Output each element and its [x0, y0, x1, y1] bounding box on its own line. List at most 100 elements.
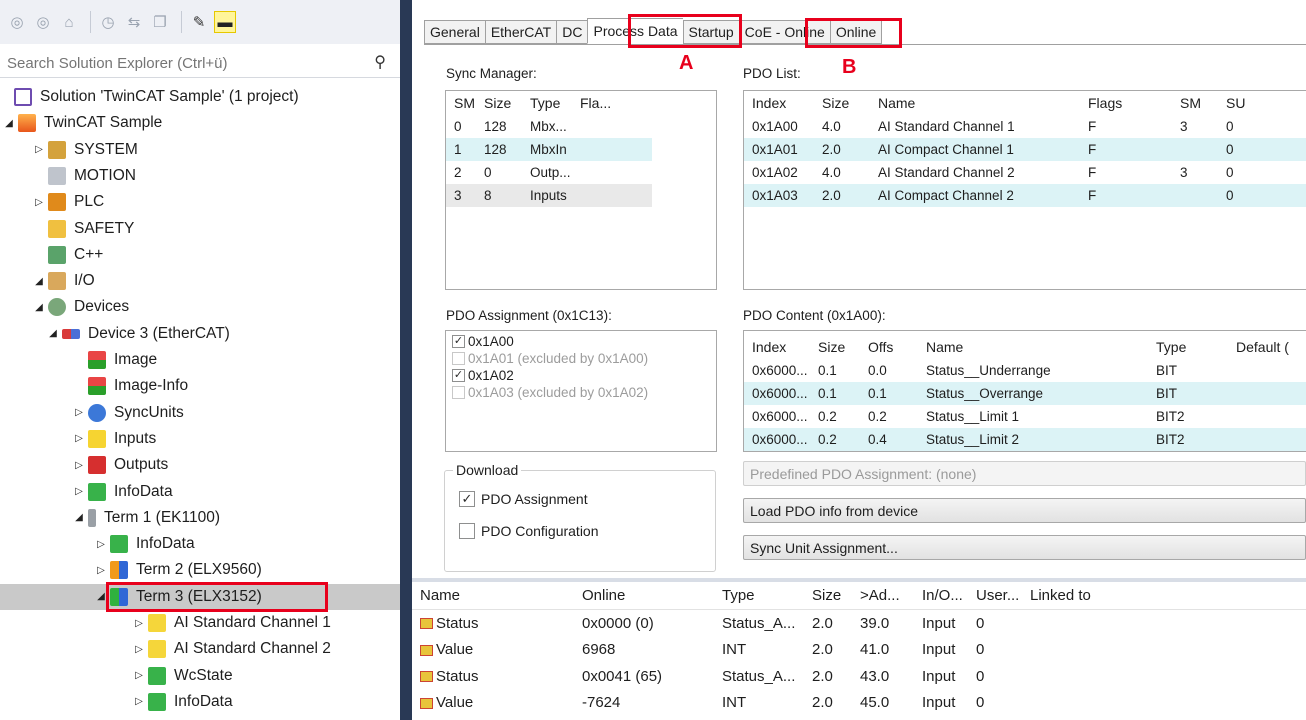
pdo-assignment-item[interactable]: ✓ 0x1A02	[446, 367, 716, 384]
collapsed-arrow-icon[interactable]: ▷	[30, 144, 48, 155]
tree-item[interactable]: MOTION	[0, 163, 400, 189]
var-col-user[interactable]: User...	[972, 587, 1024, 604]
variable-row[interactable]: Value -7624 INT 2.0 45.0 Input 0	[412, 690, 1306, 717]
content-col-default[interactable]: Default (	[1230, 339, 1300, 355]
tab-general[interactable]: General	[424, 20, 485, 44]
tree-item[interactable]: ▷ WcState	[0, 663, 400, 689]
sm-col-size[interactable]: Size	[476, 95, 518, 111]
sync-manager-row[interactable]: 3 8 Inputs	[446, 184, 652, 207]
collapsed-arrow-icon[interactable]: ▷	[130, 618, 148, 629]
var-col-size[interactable]: Size	[804, 587, 852, 604]
load-pdo-info-button[interactable]: Load PDO info from device	[743, 498, 1306, 523]
pdo-assignment-item[interactable]: ✓ 0x1A00	[446, 333, 716, 350]
tree-item[interactable]: ◢ Term 1 (EK1100)	[0, 505, 400, 531]
var-col-address[interactable]: >Ad...	[852, 587, 914, 604]
content-col-type[interactable]: Type	[1150, 339, 1230, 355]
expanded-arrow-icon[interactable]: ◢	[30, 276, 48, 287]
tree-item[interactable]: ▷ Term 2 (ELX9560)	[0, 557, 400, 583]
expanded-arrow-icon[interactable]: ◢	[0, 118, 18, 129]
tree-item[interactable]: Solution 'TwinCAT Sample' (1 project)	[0, 84, 400, 110]
variable-row[interactable]: Status 0x0041 (65) Status_A... 2.0 43.0 Input…	[412, 663, 1306, 690]
pdo-content-row[interactable]: 0x6000... 0.1 0.0 Status__Underrange BIT	[744, 359, 1306, 382]
collapsed-arrow-icon[interactable]: ▷	[130, 644, 148, 655]
collapse-icon[interactable]: ❐	[149, 11, 171, 33]
var-col-type[interactable]: Type	[714, 587, 804, 604]
variable-row[interactable]: Value 6968 INT 2.0 41.0 Input 0	[412, 637, 1306, 664]
expanded-arrow-icon[interactable]: ◢	[30, 302, 48, 313]
search-icon[interactable]: ⚲	[374, 52, 386, 72]
solution-search-input[interactable]	[7, 55, 347, 72]
var-col-linked[interactable]: Linked to	[1024, 587, 1144, 604]
tree-item[interactable]: ▷ SyncUnits	[0, 400, 400, 426]
tree-item[interactable]: ▷ PLC	[0, 189, 400, 215]
pdo-assignment-list[interactable]: ✓ 0x1A00 0x1A01 (excluded by 0x1A00) ✓ 0x1A0…	[445, 330, 717, 452]
sync-manager-row[interactable]: 2 0 Outp...	[446, 161, 652, 184]
pdo-content-row[interactable]: 0x6000... 0.1 0.1 Status__Overrange BIT	[744, 382, 1306, 405]
pdo-content-list[interactable]: Index Size Offs Name Type Default ( 0x60…	[743, 330, 1306, 452]
pin-icon[interactable]: ▬	[214, 11, 236, 33]
collapsed-arrow-icon[interactable]: ▷	[70, 433, 88, 444]
collapsed-arrow-icon[interactable]: ▷	[70, 486, 88, 497]
sm-col-flags[interactable]: Fla...	[574, 95, 634, 111]
tab-dc[interactable]: DC	[556, 20, 588, 44]
tree-item[interactable]: ◢ Devices	[0, 294, 400, 320]
tree-item[interactable]: ◢ Device 3 (EtherCAT)	[0, 321, 400, 347]
predefined-pdo-assignment-dropdown[interactable]: Predefined PDO Assignment: (none)	[743, 461, 1306, 486]
pdo-list-row[interactable]: 0x1A01 2.0 AI Compact Channel 1 F 0	[744, 138, 1306, 161]
tree-item[interactable]: ▷ SYSTEM	[0, 137, 400, 163]
collapsed-arrow-icon[interactable]: ▷	[92, 539, 110, 550]
tree-item[interactable]: ▷ InfoData	[0, 479, 400, 505]
sync-manager-row[interactable]: 0 128 Mbx...	[446, 115, 652, 138]
tree-item[interactable]: ◢ Term 3 (ELX3152)	[0, 581, 400, 612]
tree-item[interactable]: SAFETY	[0, 216, 400, 242]
tree-item[interactable]: ◢ TwinCAT Sample	[0, 110, 400, 136]
collapsed-arrow-icon[interactable]: ▷	[70, 460, 88, 471]
collapsed-arrow-icon[interactable]: ▷	[130, 696, 148, 707]
tree-item[interactable]: Image-Info	[0, 373, 400, 399]
tree-item[interactable]: ▷ InfoData	[0, 531, 400, 557]
collapsed-arrow-icon[interactable]: ▷	[70, 407, 88, 418]
content-col-size[interactable]: Size	[812, 339, 860, 355]
checkbox-icon[interactable]: ✓	[459, 491, 475, 507]
tree-item[interactable]: ▷ Inputs	[0, 426, 400, 452]
var-col-inout[interactable]: In/O...	[914, 587, 972, 604]
tree-item[interactable]: ▷ InfoData	[0, 689, 400, 715]
checkbox-icon[interactable]: ✓	[452, 335, 465, 348]
expanded-arrow-icon[interactable]: ◢	[44, 328, 62, 339]
pdo-col-index[interactable]: Index	[744, 95, 814, 111]
history-icon[interactable]: ◷	[97, 11, 119, 33]
download-pdo-configuration-checkbox[interactable]: PDO Configuration	[459, 523, 599, 539]
sm-col-sm[interactable]: SM	[446, 95, 476, 111]
tree-item[interactable]: ▷ AI Standard Channel 2	[0, 636, 400, 662]
checkbox-icon[interactable]: ✓	[452, 369, 465, 382]
variable-row[interactable]: Status 0x0000 (0) Status_A... 2.0 39.0 Input 0	[412, 610, 1306, 637]
pdo-list[interactable]: Index Size Name Flags SM SU 0x1A00 4.0 AI …	[743, 90, 1306, 290]
checkbox-icon[interactable]	[459, 523, 475, 539]
sync-manager-list[interactable]: SM Size Type Fla... 0 128 Mbx... 1 128 MbxIn 2…	[445, 90, 717, 290]
tree-item[interactable]: C++	[0, 242, 400, 268]
pdo-content-row[interactable]: 0x6000... 0.2 0.2 Status__Limit 1 BIT2	[744, 405, 1306, 428]
panel-splitter[interactable]	[400, 0, 412, 720]
collapsed-arrow-icon[interactable]: ▷	[130, 670, 148, 681]
expanded-arrow-icon[interactable]: ◢	[70, 512, 88, 523]
content-col-index[interactable]: Index	[744, 339, 812, 355]
content-col-offs[interactable]: Offs	[860, 339, 920, 355]
content-col-name[interactable]: Name	[920, 339, 1150, 355]
tab-ethercat[interactable]: EtherCAT	[484, 20, 557, 44]
sync-icon[interactable]: ⇆	[123, 11, 145, 33]
collapsed-arrow-icon[interactable]: ▷	[30, 197, 48, 208]
home-icon[interactable]: ⌂	[58, 11, 80, 33]
tree-item[interactable]: Image	[0, 347, 400, 373]
pdo-list-row[interactable]: 0x1A00 4.0 AI Standard Channel 1 F 3 0	[744, 115, 1306, 138]
pdo-col-su[interactable]: SU	[1220, 95, 1260, 111]
pdo-col-sm[interactable]: SM	[1174, 95, 1220, 111]
pdo-col-name[interactable]: Name	[872, 95, 1082, 111]
sm-col-type[interactable]: Type	[518, 95, 574, 111]
forward-icon[interactable]: ◎	[32, 11, 54, 33]
pdo-list-row[interactable]: 0x1A02 4.0 AI Standard Channel 2 F 3 0	[744, 161, 1306, 184]
tree-item[interactable]: ▷ Outputs	[0, 452, 400, 478]
tree-item[interactable]: ◢ I/O	[0, 268, 400, 294]
pdo-col-size[interactable]: Size	[814, 95, 872, 111]
sync-unit-assignment-button[interactable]: Sync Unit Assignment...	[743, 535, 1306, 560]
pdo-list-row[interactable]: 0x1A03 2.0 AI Compact Channel 2 F 0	[744, 184, 1306, 207]
